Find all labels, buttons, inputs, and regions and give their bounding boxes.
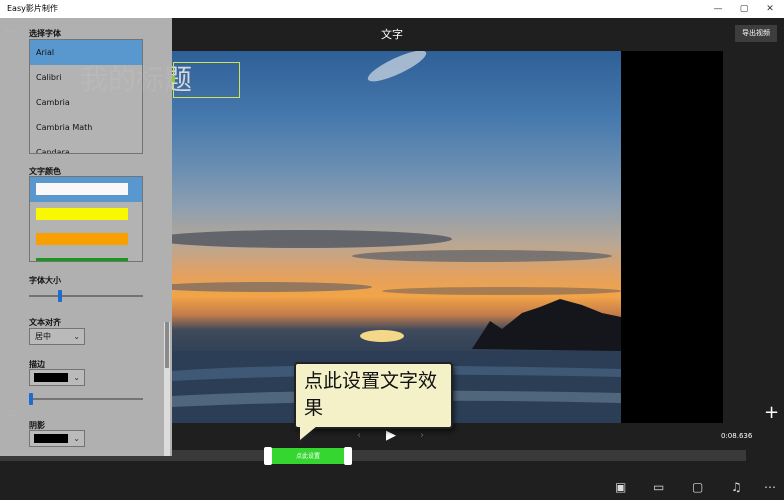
stroke-slider-thumb[interactable] <box>29 393 33 405</box>
play-icon[interactable]: ▶ <box>386 428 396 443</box>
align-value: 居中 <box>35 332 51 341</box>
stroke-color-swatch <box>34 373 68 382</box>
callout-text: 点此设置文字效果 <box>304 370 438 419</box>
bottom-toolbar: ▣ ▭ ▢ ♫ ⋯ <box>0 473 784 500</box>
window-titlebar: Easy影片制作 — ▢ ✕ <box>0 0 784 18</box>
shadow-color-dropdown[interactable]: ⌄ <box>29 430 85 447</box>
window-title: Easy影片制作 <box>7 4 58 13</box>
color-swatch <box>36 258 128 261</box>
callout-tail-fill <box>300 426 317 440</box>
chevron-down-icon: ⌄ <box>73 332 80 341</box>
size-label: 字体大小 <box>29 276 61 285</box>
next-icon[interactable]: › <box>420 430 424 441</box>
text-clip[interactable]: 点此设置 <box>264 447 352 465</box>
save-icon[interactable]: ▣ <box>615 480 626 494</box>
color-swatch <box>36 208 128 220</box>
shadow-color-swatch <box>34 434 68 443</box>
size-slider-thumb[interactable] <box>57 290 62 302</box>
size-slider[interactable] <box>29 290 143 302</box>
title-selection-box[interactable] <box>173 62 240 98</box>
color-option[interactable] <box>30 227 142 252</box>
clip-label: 点此设置 <box>295 453 320 460</box>
color-option[interactable] <box>30 177 142 202</box>
font-label: 选择字体 <box>29 29 61 38</box>
color-option[interactable] <box>30 202 142 227</box>
align-dropdown[interactable]: 居中 ⌄ <box>29 328 85 345</box>
maximize-button[interactable]: ▢ <box>731 0 757 18</box>
text-settings-panel: 选择字体 Arial Calibri Cambria Cambria Math … <box>0 18 172 456</box>
panel-scrollbar-thumb[interactable] <box>165 322 169 368</box>
stroke-color-dropdown[interactable]: ⌄ <box>29 369 85 386</box>
previous-icon[interactable]: ‹ <box>357 430 361 441</box>
color-list[interactable] <box>29 176 143 262</box>
stroke-slider[interactable] <box>29 393 143 405</box>
tip-callout: 点此设置文字效果 <box>294 362 453 429</box>
add-icon[interactable]: + <box>764 402 779 423</box>
chevron-down-icon: ⌄ <box>73 373 80 382</box>
color-option[interactable] <box>30 252 142 261</box>
playback-time: 0:08.636 <box>721 432 753 440</box>
more-icon[interactable]: ⋯ <box>764 480 776 494</box>
minimize-button[interactable]: — <box>705 0 731 18</box>
font-option[interactable]: Arial <box>30 40 142 65</box>
color-swatch <box>36 183 128 195</box>
font-list[interactable]: Arial Calibri Cambria Cambria Math Canda… <box>29 39 143 154</box>
chevron-down-icon: ⌄ <box>73 434 80 443</box>
font-option[interactable]: Candara <box>30 140 142 153</box>
font-option[interactable]: Calibri <box>30 65 142 90</box>
color-swatch <box>36 233 128 245</box>
comment-icon[interactable]: ▢ <box>692 480 703 494</box>
close-button[interactable]: ✕ <box>757 0 783 18</box>
display-icon[interactable]: ▭ <box>653 480 664 494</box>
font-option[interactable]: Cambria Math <box>30 115 142 140</box>
clip-end-handle[interactable] <box>344 447 352 465</box>
align-label: 文本对齐 <box>29 318 61 327</box>
letterbox-bar <box>621 51 723 423</box>
music-icon[interactable]: ♫ <box>731 480 742 494</box>
export-video-button[interactable]: 导出视频 <box>735 25 777 42</box>
font-option[interactable]: Cambria <box>30 90 142 115</box>
